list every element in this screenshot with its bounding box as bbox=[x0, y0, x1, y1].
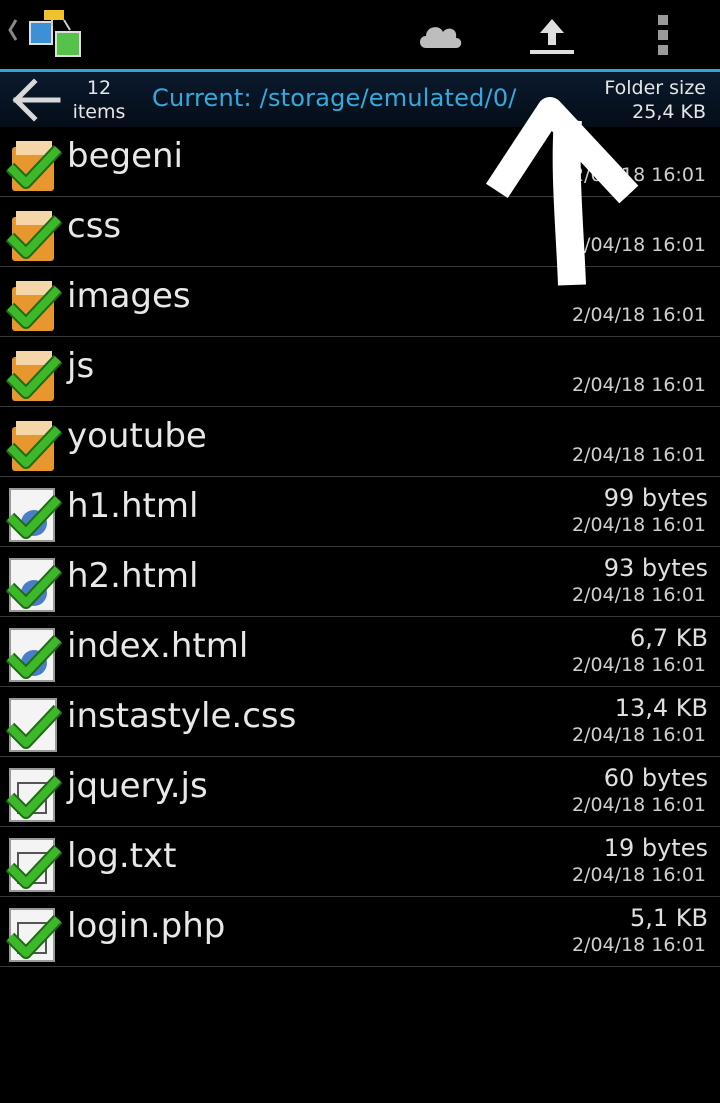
file-date: 2/04/18 16:01 bbox=[571, 374, 706, 396]
file-size: 5,1 KB bbox=[630, 904, 708, 932]
folder-size-label: Folder size bbox=[604, 77, 706, 99]
file-name: log.txt bbox=[67, 836, 177, 876]
file-date: 2/04/18 16:01 bbox=[571, 654, 706, 676]
file-row[interactable]: js 2/04/18 16:01 bbox=[0, 337, 720, 407]
file-date: 2/04/18 16:01 bbox=[571, 444, 706, 466]
folder-checked-icon bbox=[4, 343, 63, 403]
file-name: youtube bbox=[67, 416, 207, 456]
html-file-checked-icon bbox=[4, 483, 63, 543]
top-toolbar bbox=[0, 0, 720, 69]
cloud-icon bbox=[420, 26, 462, 48]
file-size: 6,7 KB bbox=[630, 624, 708, 652]
file-row[interactable]: jquery.js 60 bytes 2/04/18 16:01 bbox=[0, 757, 720, 827]
cloud-button[interactable] bbox=[408, 0, 472, 69]
file-date: 2/04/18 16:01 bbox=[571, 864, 706, 886]
file-row[interactable]: h2.html 93 bytes 2/04/18 16:01 bbox=[0, 547, 720, 617]
file-date: 2/04/18 16:01 bbox=[571, 514, 706, 536]
file-row[interactable]: instastyle.css 13,4 KB 2/04/18 16:01 bbox=[0, 687, 720, 757]
file-row[interactable]: log.txt 19 bytes 2/04/18 16:01 bbox=[0, 827, 720, 897]
file-name: jquery.js bbox=[67, 766, 208, 806]
back-button[interactable] bbox=[8, 76, 64, 124]
text-file-checked-icon bbox=[4, 763, 63, 823]
file-row[interactable]: css 2/04/18 16:01 bbox=[0, 197, 720, 267]
back-arrow-icon bbox=[12, 78, 61, 122]
file-date: 2/04/18 16:01 bbox=[571, 584, 706, 606]
file-date: 2/04/18 16:01 bbox=[571, 934, 706, 956]
file-row[interactable]: youtube 2/04/18 16:01 bbox=[0, 407, 720, 477]
file-date: 2/04/18 16:01 bbox=[571, 304, 706, 326]
upload-button[interactable] bbox=[520, 0, 584, 69]
text-file-checked-icon bbox=[4, 833, 63, 893]
file-date: 2/04/18 16:01 bbox=[571, 724, 706, 746]
folder-size: Folder size 25,4 KB bbox=[604, 76, 706, 124]
file-row[interactable]: login.php 5,1 KB 2/04/18 16:01 bbox=[0, 897, 720, 967]
file-name: index.html bbox=[67, 626, 249, 666]
file-name: css bbox=[67, 206, 122, 246]
file-date: 2/04/18 16:01 bbox=[571, 164, 706, 186]
folder-checked-icon bbox=[4, 273, 63, 333]
overflow-menu-icon bbox=[658, 14, 668, 55]
file-name: instastyle.css bbox=[67, 696, 297, 736]
app-logo-button[interactable] bbox=[4, 0, 90, 69]
file-row[interactable]: index.html 6,7 KB 2/04/18 16:01 bbox=[0, 617, 720, 687]
path-bar: 12 items Current: /storage/emulated/0/ F… bbox=[0, 72, 720, 127]
file-date: 2/04/18 16:01 bbox=[571, 234, 706, 256]
file-row[interactable]: images 2/04/18 16:01 bbox=[0, 267, 720, 337]
item-count-label: items bbox=[72, 101, 126, 123]
file-size: 99 bytes bbox=[603, 484, 708, 512]
file-date: 2/04/18 16:01 bbox=[571, 794, 706, 816]
file-name: js bbox=[67, 346, 95, 386]
file-row[interactable]: begeni 2/04/18 16:01 bbox=[0, 127, 720, 197]
upload-icon bbox=[530, 18, 574, 54]
file-checked-icon bbox=[4, 693, 63, 753]
file-name: images bbox=[67, 276, 191, 316]
app-logo-icon bbox=[8, 9, 81, 57]
file-name: login.php bbox=[67, 906, 226, 946]
overflow-menu-button[interactable] bbox=[640, 0, 686, 69]
file-name: begeni bbox=[67, 136, 183, 176]
file-name: h1.html bbox=[67, 486, 199, 526]
item-count: 12 items bbox=[64, 76, 134, 124]
folder-size-value: 25,4 KB bbox=[632, 101, 706, 123]
file-row[interactable]: h1.html 99 bytes 2/04/18 16:01 bbox=[0, 477, 720, 547]
folder-checked-icon bbox=[4, 413, 63, 473]
file-size: 60 bytes bbox=[603, 764, 708, 792]
file-size: 19 bytes bbox=[603, 834, 708, 862]
text-file-checked-icon bbox=[4, 903, 63, 963]
file-name: h2.html bbox=[67, 556, 199, 596]
file-size: 13,4 KB bbox=[614, 694, 708, 722]
current-path[interactable]: Current: /storage/emulated/0/ bbox=[152, 84, 517, 112]
file-list: begeni 2/04/18 16:01 css 2/04/18 16:01 ima… bbox=[0, 127, 720, 967]
html-file-checked-icon bbox=[4, 623, 63, 683]
file-size: 93 bytes bbox=[603, 554, 708, 582]
folder-checked-icon bbox=[4, 203, 63, 263]
html-file-checked-icon bbox=[4, 553, 63, 613]
folder-checked-icon bbox=[4, 133, 63, 193]
item-count-number: 12 bbox=[86, 77, 112, 99]
